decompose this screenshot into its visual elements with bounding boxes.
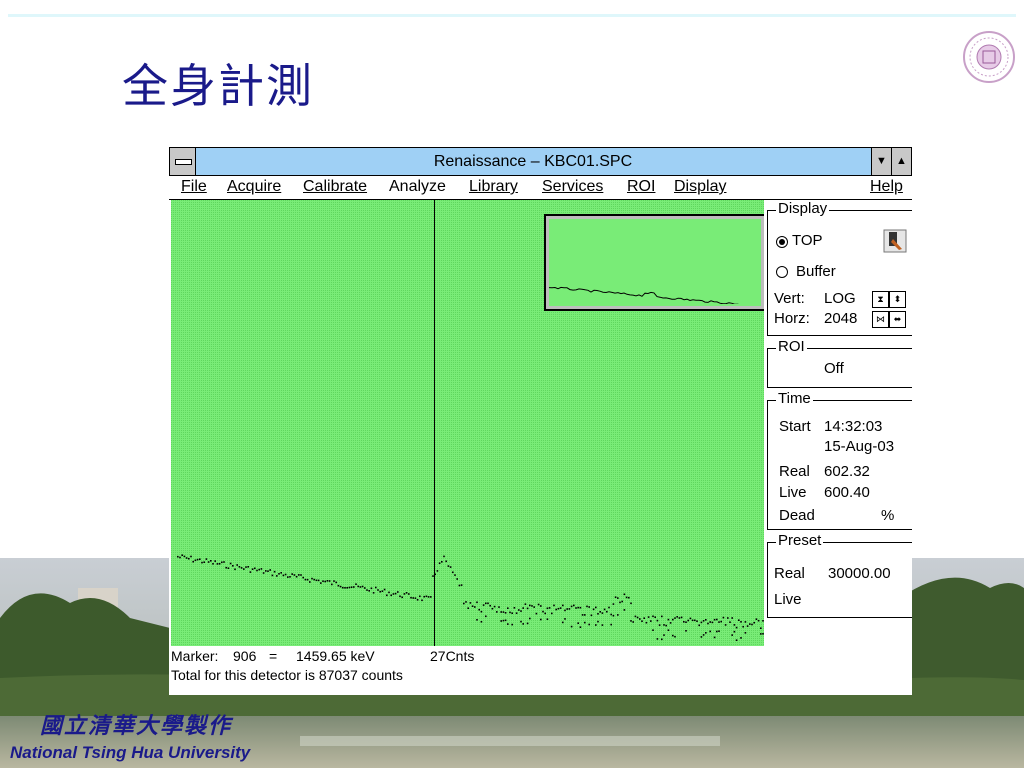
menu-services[interactable]: Services: [542, 178, 603, 196]
maximize-button[interactable]: ▲: [891, 148, 911, 175]
menu-help[interactable]: Help: [870, 178, 903, 196]
control-panel: Display TOP Buffer Vert: LOG ⧗ ⬍ Horz: 2…: [767, 200, 912, 695]
display-group: Display TOP Buffer Vert: LOG ⧗ ⬍ Horz: 2…: [767, 200, 912, 336]
marker-cursor[interactable]: [434, 200, 435, 646]
menu-calibrate[interactable]: Calibrate: [303, 178, 367, 196]
menu-roi[interactable]: ROI: [627, 178, 655, 196]
university-seal-icon: [963, 31, 1015, 83]
footer-english-name: National Tsing Hua University: [10, 743, 251, 762]
radio-top[interactable]: [776, 236, 788, 248]
window-title: Renaissance – KBC01.SPC: [433, 153, 633, 170]
minimize-button[interactable]: ▼: [871, 148, 891, 175]
slide-title: 全身計測: [122, 59, 314, 113]
menu-file[interactable]: File: [181, 178, 207, 196]
title-bar[interactable]: Renaissance – KBC01.SPC ▼ ▲: [169, 147, 912, 176]
menu-display[interactable]: Display: [674, 178, 726, 196]
renaissance-window: Renaissance – KBC01.SPC ▼ ▲ File Acquire…: [169, 147, 912, 695]
horz-leftright-icon[interactable]: ⬌: [889, 311, 906, 328]
spectrum-plot[interactable]: [171, 200, 764, 646]
slide-top-rule: [8, 14, 1016, 17]
time-group: Time Start 14:32:03 15-Aug-03 Real 602.3…: [767, 390, 912, 530]
overview-trace: [548, 286, 739, 304]
menu-analyze[interactable]: Analyze: [389, 178, 446, 196]
menu-bar: File Acquire Calibrate Analyze Library S…: [169, 176, 912, 200]
detector-icon[interactable]: [883, 229, 907, 253]
total-counts-readout: Total for this detector is 87037 counts: [171, 667, 403, 683]
overview-inset[interactable]: [544, 214, 764, 311]
roi-group: ROI Off: [767, 338, 912, 388]
vert-expand-icon[interactable]: ⧗: [872, 291, 889, 308]
horz-expand-icon[interactable]: ⋈: [872, 311, 889, 328]
footer-chinese-name: 國立清華大學製作: [40, 713, 233, 739]
radio-buffer[interactable]: [776, 266, 788, 278]
menu-acquire[interactable]: Acquire: [227, 178, 281, 196]
menu-library[interactable]: Library: [469, 178, 518, 196]
system-menu-button[interactable]: [170, 148, 196, 175]
preset-group: Preset Real 30000.00 Live: [767, 532, 912, 618]
vert-updown-icon[interactable]: ⬍: [889, 291, 906, 308]
